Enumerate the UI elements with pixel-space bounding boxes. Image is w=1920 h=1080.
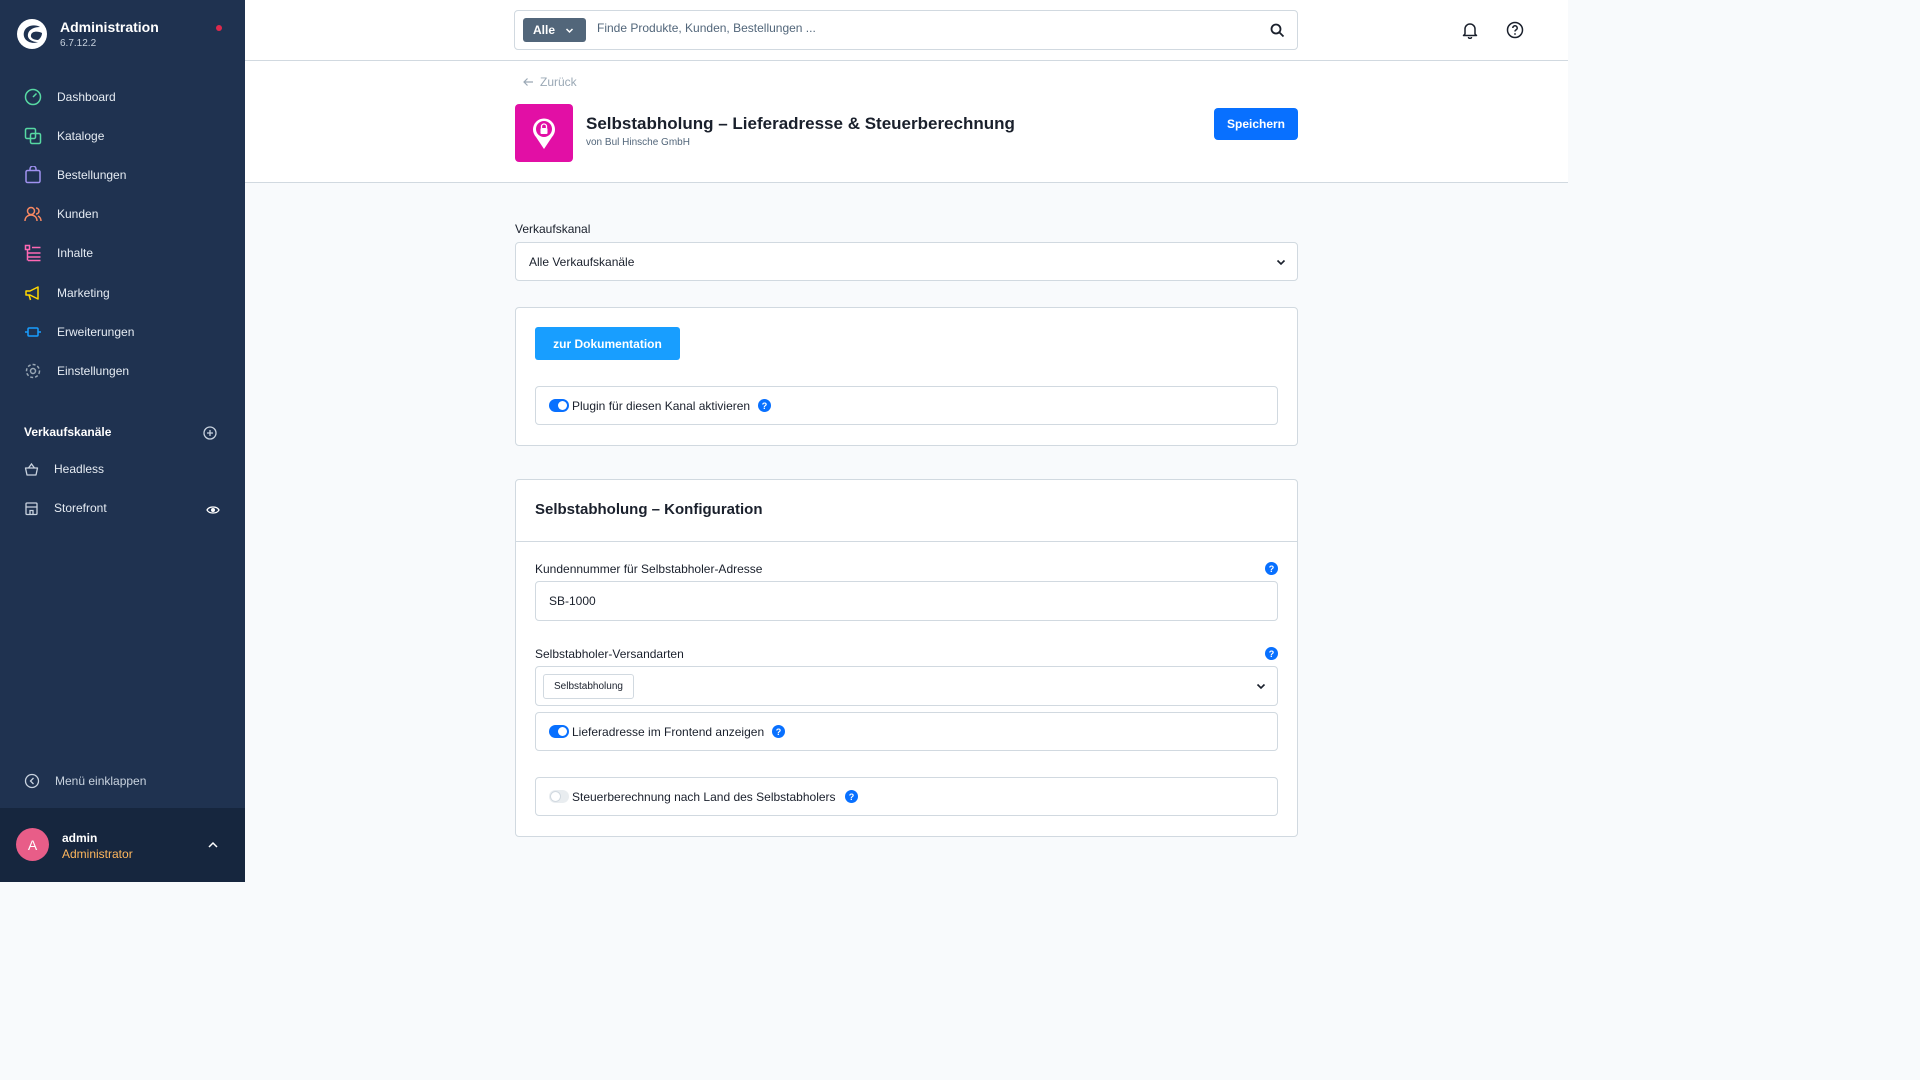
settings-icon [24,362,42,380]
bell-icon[interactable] [1461,21,1479,39]
user-menu[interactable]: A admin Administrator [0,808,245,882]
sidebar-item-erweiterungen[interactable]: Erweiterungen [0,312,245,351]
activate-plugin-field: Plugin für diesen Kanal aktivieren ? [535,386,1278,425]
sidebar-item-inhalte[interactable]: Inhalte [0,234,245,273]
selected-tag[interactable]: Selbstabholung [543,674,634,699]
avatar: A [16,828,49,861]
arrow-left-icon [522,76,534,88]
customer-number-label: Kundennummer für Selbstabholer-Adresse [535,562,763,576]
sidebar-item-label: Marketing [57,285,110,300]
extensions-icon [24,323,42,341]
sidebar-item-kunden[interactable]: Kunden [0,195,245,234]
help-icon[interactable] [1506,21,1524,39]
customer-number-input[interactable] [549,594,1249,608]
user-role: Administrator [62,847,133,861]
activate-plugin-toggle[interactable] [549,399,569,412]
shipping-methods-label: Selbstabholer-Versandarten [535,647,684,661]
sidebar: Administration 6.7.12.2 Dashboard Katalo… [0,0,245,882]
save-button[interactable]: Speichern [1214,108,1298,140]
search-type-select[interactable]: Alle [523,18,586,42]
show-address-field: Lieferadresse im Frontend anzeigen ? [535,712,1278,751]
show-address-toggle[interactable] [549,725,569,738]
plugin-vendor: von Bul Hinsche GmbH [586,137,690,148]
config-card-title: Selbstabholung – Konfiguration [535,501,763,518]
sidebar-item-label: Kataloge [57,128,105,143]
sales-channel-storefront[interactable]: Storefront [24,498,107,518]
sidebar-item-label: Inhalte [57,246,94,261]
page-title: Selbstabholung – Lieferadresse & Steuerb… [586,114,1015,133]
divider [515,541,1298,542]
back-label: Zurück [540,75,577,89]
sidebar-item-marketing[interactable]: Marketing [0,273,245,312]
search-input[interactable] [597,21,1247,35]
sales-channels-title: Verkaufskanäle [24,425,112,439]
content-icon [24,244,42,262]
page-header: Zurück Selbstabholung – Lieferadresse & … [245,61,1568,183]
tax-calculation-toggle[interactable] [549,790,569,803]
sidebar-item-label: Einstellungen [57,363,130,378]
customer-number-field [535,581,1278,621]
sidebar-item-einstellungen[interactable]: Einstellungen [0,351,245,390]
sales-channel-headless[interactable]: Headless [24,459,104,479]
search-type-label: Alle [533,23,556,37]
sales-channel-label: Storefront [54,501,107,515]
brand[interactable]: Administration 6.7.12.2 [16,18,159,50]
search-icon[interactable] [1270,23,1285,38]
sidebar-item-label: Bestellungen [57,167,127,182]
location-pin-icon [533,118,555,149]
plugin-icon [515,104,573,162]
eye-icon[interactable] [206,503,220,517]
storefront-icon [24,501,39,516]
collapse-label: Menü einklappen [55,774,147,788]
notification-dot [216,25,222,31]
sidebar-item-kataloge[interactable]: Kataloge [0,116,245,155]
user-name: admin [62,831,98,845]
back-link[interactable]: Zurück [522,75,577,89]
sales-channel-label: Verkaufskanal [515,222,591,236]
add-sales-channel-icon[interactable] [203,426,217,440]
shopware-logo-icon [17,19,47,49]
global-search: Alle [514,10,1298,50]
main-nav: Dashboard Kataloge Bestellungen Kunden I… [0,77,245,391]
chevron-down-icon [1256,683,1266,690]
orders-icon [24,165,42,184]
tax-calculation-label: Steuerberechnung nach Land des Selbstabh… [572,790,836,804]
collapse-icon [24,773,40,789]
app-version: 6.7.12.2 [60,38,97,49]
top-bar: Alle [245,0,1568,61]
documentation-button[interactable]: zur Dokumentation [535,327,680,360]
activate-plugin-label: Plugin für diesen Kanal aktivieren [572,399,751,413]
customers-icon [24,205,42,223]
sidebar-item-label: Kunden [57,207,99,222]
help-tooltip-icon[interactable]: ? [772,725,785,738]
marketing-icon [24,284,42,302]
app-title: Administration [60,19,159,35]
sales-channel-select[interactable]: Alle Verkaufskanäle [515,242,1298,281]
chevron-up-icon[interactable] [207,839,219,851]
sidebar-item-dashboard[interactable]: Dashboard [0,77,245,116]
dashboard-icon [24,88,42,106]
sidebar-item-label: Dashboard [57,89,116,104]
collapse-menu-button[interactable]: Menü einklappen [24,773,146,789]
help-tooltip-icon[interactable]: ? [758,399,771,412]
help-tooltip-icon[interactable]: ? [1265,562,1278,575]
basket-icon [24,462,39,477]
chevron-down-icon [565,26,574,35]
help-tooltip-icon[interactable]: ? [845,790,858,803]
sidebar-item-label: Erweiterungen [57,324,135,339]
catalog-icon [24,127,42,145]
tax-calculation-field: Steuerberechnung nach Land des Selbstabh… [535,777,1278,816]
shipping-methods-select[interactable]: Selbstabholung [535,666,1278,706]
sales-channel-value: Alle Verkaufskanäle [529,255,635,269]
sidebar-item-bestellungen[interactable]: Bestellungen [0,155,245,194]
help-tooltip-icon[interactable]: ? [1265,647,1278,660]
chevron-down-icon [1276,259,1286,266]
sales-channel-label: Headless [54,462,105,476]
show-address-label: Lieferadresse im Frontend anzeigen [572,725,765,739]
